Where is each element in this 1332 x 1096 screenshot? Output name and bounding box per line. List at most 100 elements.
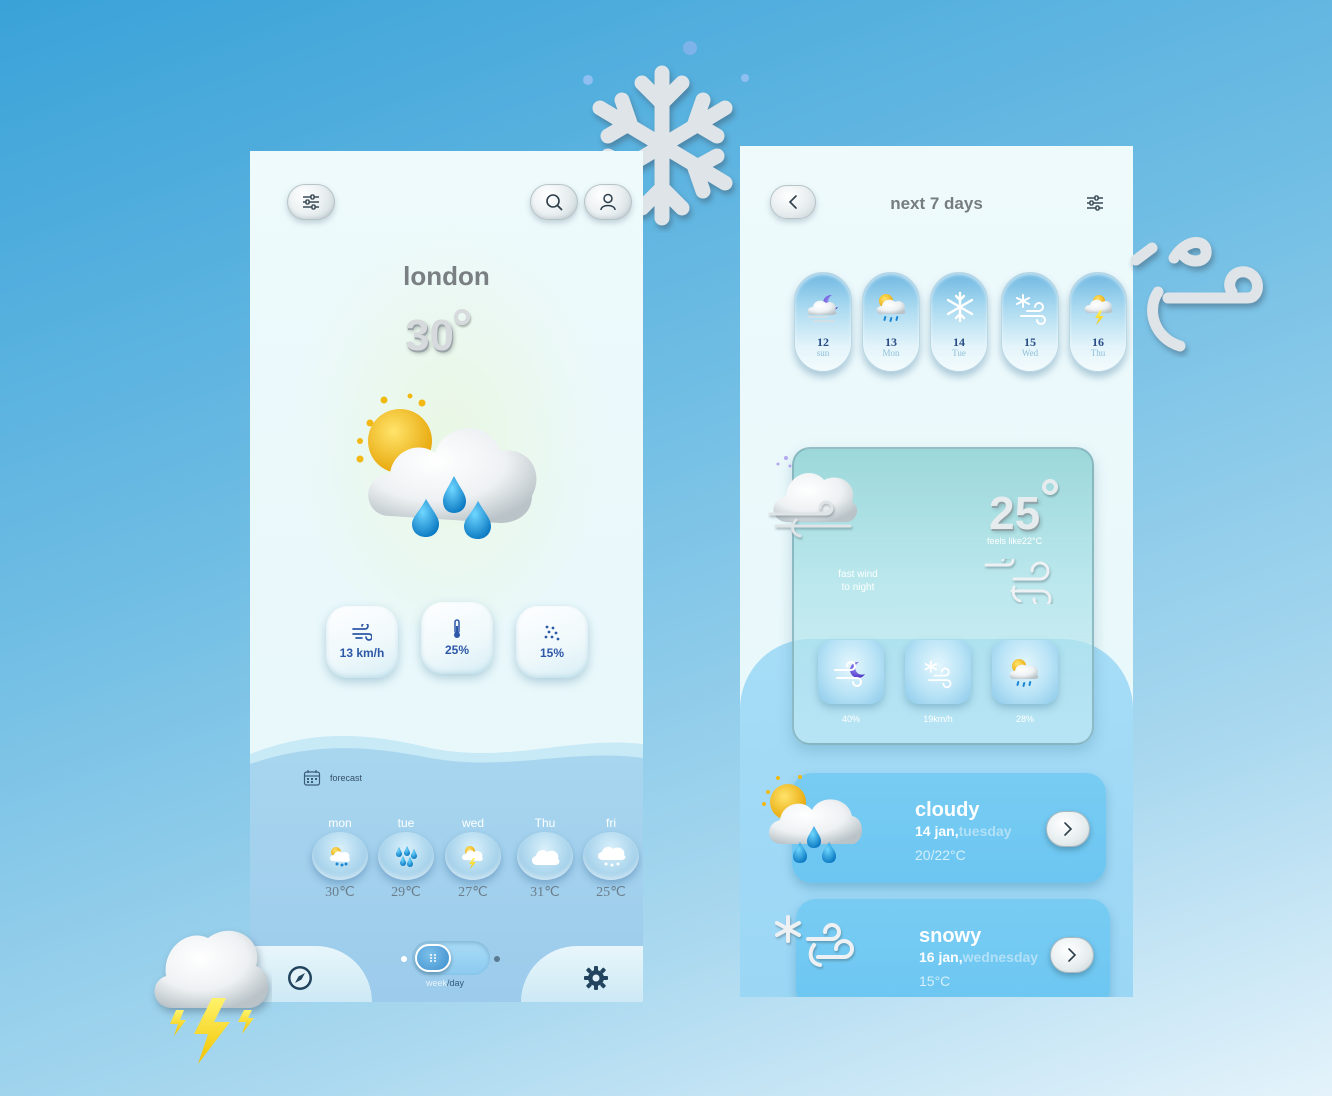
day-forecast-fri[interactable]: fri 25℃ — [580, 816, 642, 901]
home-screen: london 30 13 km/h 25% 15% forecast mon 3… — [250, 151, 643, 1002]
day-temp: 30℃ — [325, 885, 355, 900]
weather-description: fast wind to night — [806, 568, 910, 594]
detail-tile-humidity[interactable] — [818, 640, 884, 704]
week-day-toggle[interactable] — [412, 941, 490, 975]
day-forecast-wed[interactable]: wed 27℃ — [442, 816, 504, 901]
day-pill-15[interactable]: 15 Wed — [1001, 272, 1059, 372]
day-pill-14[interactable]: 14 Tue — [930, 272, 988, 372]
snowflake-icon — [946, 291, 974, 323]
day-forecast-mon[interactable]: mon 30℃ — [309, 816, 371, 901]
toggle-caption: week/day — [426, 978, 464, 988]
day-name: fri — [606, 816, 616, 830]
precipitation-value: 15% — [539, 646, 565, 660]
detail-value-2: 19km/h — [923, 714, 953, 724]
search-button[interactable] — [530, 184, 578, 220]
current-temperature: 25 — [989, 487, 1041, 539]
description-line-1: fast wind — [838, 569, 878, 580]
wind-stat-tile[interactable]: 13 km/h — [326, 606, 398, 678]
sun-rain-icon — [1009, 659, 1039, 687]
day-temp: 25℃ — [596, 885, 626, 900]
wind-value: 13 km/h — [339, 646, 385, 660]
toggle-week-label[interactable]: week — [426, 978, 447, 988]
day-weekday: Tue — [952, 348, 966, 358]
thunder-cloud-icon — [462, 846, 483, 869]
day-name: tue — [397, 816, 415, 830]
sun-rain-cloud-icon — [356, 393, 537, 539]
sliders-icon — [303, 194, 319, 210]
day-bubble — [445, 832, 501, 880]
toggle-dot-left — [401, 956, 407, 962]
seven-day-screen: next 7 days 12 sun 13 Mon 14 Tue 15 Wed … — [740, 146, 1133, 997]
day-pill-13[interactable]: 13 Mon — [862, 272, 920, 372]
day-temp: 31℃ — [530, 885, 560, 900]
detail-value-3: 28% — [1015, 714, 1034, 724]
filter-button[interactable] — [287, 184, 335, 220]
card-date-day: 14 jan, — [915, 823, 959, 839]
precipitation-stat-tile[interactable]: 15% — [516, 606, 588, 678]
feels-like-text: feels like22°C — [987, 536, 1043, 546]
description-line-2: to night — [841, 582, 875, 593]
chevron-right-icon — [1068, 948, 1077, 962]
calendar-icon[interactable] — [303, 769, 321, 787]
day-forecast-tue[interactable]: tue 29℃ — [375, 816, 437, 901]
card-title: snowy — [919, 925, 982, 947]
detail-tile-rain[interactable] — [992, 640, 1058, 704]
sliders-icon[interactable] — [1086, 194, 1104, 212]
toggle-day-label[interactable]: day — [450, 978, 465, 988]
day-pill-12[interactable]: 12 sun — [794, 272, 852, 372]
card-date-day: 16 jan, — [919, 949, 963, 965]
temperature-stat-tile[interactable]: 25% — [421, 602, 493, 674]
day-bubble — [312, 832, 368, 880]
rain-drops-icon — [544, 625, 560, 641]
degree-symbol — [1042, 479, 1058, 495]
bottom-navigation: week/day — [250, 941, 643, 1002]
night-wind-icon — [807, 294, 838, 322]
card-date: 16 jan,wednesday — [919, 949, 1038, 965]
sun-rain-cloud-icon — [330, 847, 350, 867]
night-wind-icon — [834, 661, 865, 687]
nav-right-hump — [521, 946, 643, 1002]
thunder-cloud-3d-icon — [154, 930, 269, 1064]
day-bubble — [378, 832, 434, 880]
temperature-stat-value: 25% — [444, 643, 470, 657]
toggle-knob[interactable] — [415, 944, 451, 972]
sun-rain-icon — [876, 294, 906, 322]
day-forecast-thu[interactable]: Thu 31℃ — [514, 816, 576, 901]
day-pill-16[interactable]: 16 Thu — [1069, 272, 1127, 372]
degree-symbol — [454, 309, 470, 325]
cloud-icon — [531, 849, 560, 865]
profile-button[interactable] — [584, 184, 632, 220]
wind-icon — [352, 624, 372, 641]
wind-swirl-3d-icon — [1130, 237, 1263, 352]
day-name: Thu — [534, 816, 556, 830]
snow-wind-icon — [924, 660, 952, 689]
day-weekday: Mon — [882, 348, 900, 358]
user-icon — [600, 193, 616, 211]
day-bubble — [583, 832, 639, 880]
rain-icon — [396, 846, 417, 867]
card-temp-range: 15°C — [919, 973, 951, 989]
open-day-button[interactable] — [1050, 937, 1094, 973]
snow-wind-icon — [775, 915, 854, 967]
day-temp: 29℃ — [391, 885, 421, 900]
card-date: 14 jan,tuesday — [915, 823, 1012, 839]
thunder-sun-icon — [1084, 295, 1113, 325]
search-icon — [546, 194, 563, 211]
detail-value-1: 40% — [841, 714, 860, 724]
day-temp: 27℃ — [458, 885, 488, 900]
snow-wind-icon — [1016, 294, 1046, 325]
page-title: next 7 days — [890, 194, 983, 213]
card-title: cloudy — [915, 799, 980, 821]
card-date-weekday: wednesday — [962, 949, 1039, 965]
card-temp-range: 20/22°C — [915, 847, 966, 863]
forecast-label: forecast — [330, 773, 363, 783]
day-weekday: sun — [816, 348, 830, 358]
card-date-weekday: tuesday — [958, 823, 1012, 839]
gear-icon[interactable] — [583, 965, 609, 991]
compass-icon[interactable] — [287, 965, 313, 991]
open-day-button[interactable] — [1046, 811, 1090, 847]
day-name: wed — [461, 816, 484, 830]
city-name: london — [403, 261, 490, 291]
grid-dots-icon — [430, 954, 436, 962]
detail-tile-wind[interactable] — [905, 640, 971, 704]
